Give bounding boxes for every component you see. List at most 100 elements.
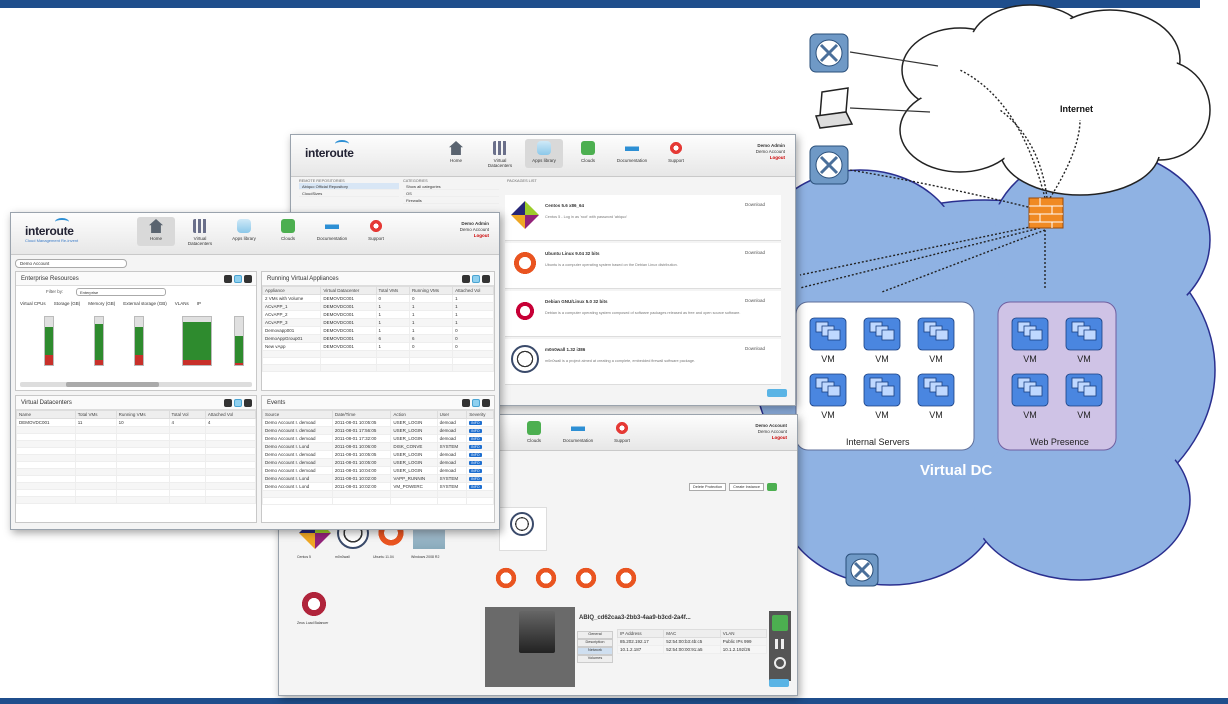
download-button[interactable]: Download (745, 202, 765, 207)
nav-documentation[interactable]: Documentation (313, 217, 351, 246)
ubuntu-icon[interactable] (573, 565, 599, 591)
template-item[interactable]: Debian GNU/Linux 5.0 32 bits Debian is a … (505, 291, 781, 337)
table-row[interactable]: Demo Account I. demoad 2011-08-01 10:05:0… (262, 450, 494, 459)
table-row[interactable]: DemoAppGroup01 DEMOVDC001 6 6 0 (261, 334, 494, 343)
tab-description[interactable]: Description (577, 639, 613, 647)
nav-documentation[interactable]: Documentation (613, 139, 651, 168)
table-row[interactable]: Demo Account I. demoad 2011-08-01 10:04:0… (262, 466, 494, 475)
table-row[interactable]: Demo Account I. demoad 2011-08-01 17:32:0… (262, 434, 494, 443)
category-item[interactable]: OS (403, 190, 499, 197)
column-header[interactable]: Date/Time (331, 410, 392, 419)
tab-general[interactable]: General (577, 631, 613, 639)
table-row[interactable]: DEMOVDC001 11 10 4 4 (16, 418, 257, 427)
logout-link[interactable]: Logout (772, 435, 787, 440)
refresh-icon[interactable] (234, 399, 242, 407)
maximize-icon[interactable] (244, 275, 252, 283)
column-header[interactable]: Source (262, 410, 333, 419)
column-header[interactable]: Total VMs (74, 410, 117, 419)
download-button[interactable]: Download (745, 298, 765, 303)
column-header[interactable]: Total VMs (375, 286, 410, 295)
template-item[interactable]: Ubuntu Linux 9.04 32 bits Ubuntu is a com… (505, 243, 781, 289)
delete-protection-button[interactable]: Delete Protection (689, 483, 727, 491)
category-item[interactable]: Firewalls (403, 197, 499, 204)
maximize-icon[interactable] (482, 275, 490, 283)
minimize-icon[interactable] (224, 275, 232, 283)
create-instance-button[interactable]: Create Instance (729, 483, 764, 491)
minimize-icon[interactable] (462, 399, 470, 407)
nav-clouds[interactable]: Clouds (515, 419, 553, 443)
column-header[interactable]: User (436, 410, 468, 419)
column-header[interactable]: Attached Vol (452, 286, 494, 295)
table-row[interactable]: New vApp DEMOVDC001 1 0 0 (261, 342, 494, 351)
table-row[interactable]: ACvAPP_2 DEMOVDC001 1 1 1 (261, 310, 494, 319)
nav-support[interactable]: Support (657, 139, 695, 168)
filter-select[interactable]: Enterprise (76, 288, 166, 296)
table-row[interactable]: Demo Account I. Lond 2011-08-01 10:02:00 V… (262, 482, 494, 491)
nav-virtual-datacenters[interactable]: Virtual Datacenters (181, 217, 219, 246)
column-header[interactable]: Total Vol (168, 410, 206, 419)
table-row[interactable]: 2 VMs with Volume DEMOVDC001 0 0 1 (261, 294, 494, 303)
account-select[interactable]: Demo Account (15, 259, 127, 268)
column-header[interactable]: Severity (466, 410, 494, 419)
nav-support[interactable]: Support (357, 217, 395, 246)
column-header[interactable]: Name (16, 410, 76, 419)
tab-volumes[interactable]: Volumes (577, 655, 613, 663)
logout-link[interactable]: Logout (770, 155, 785, 160)
repository-item[interactable]: CloudSizes (299, 190, 399, 197)
horizontal-scrollbar[interactable] (20, 382, 252, 387)
add-icon[interactable] (766, 483, 777, 491)
refresh-icon[interactable] (234, 275, 242, 283)
ubuntu-icon[interactable] (493, 565, 519, 591)
ubuntu-icon[interactable] (533, 565, 559, 591)
table-row[interactable]: Demo Account I. Lond 2011-08-01 10:06:00 D… (262, 442, 494, 451)
refresh-icon[interactable] (472, 399, 480, 407)
template-item[interactable]: m0n0wall 1.32 i386 m0n0wall is a project … (505, 339, 781, 385)
ubuntu-icon[interactable] (613, 565, 639, 591)
load-balancer-icon[interactable] (299, 591, 329, 617)
selected-appliance-tile[interactable] (499, 507, 547, 551)
column-header[interactable]: Appliance (261, 286, 322, 295)
table-row[interactable]: ACvAPP_3 DEMOVDC001 1 1 1 (261, 318, 494, 327)
close-button[interactable] (769, 679, 789, 687)
table-row[interactable]: Demo Account I. Lond 2011-08-01 10:02:00 V… (262, 474, 494, 483)
table-row[interactable]: Demo Account I. demoad 2011-08-01 10:05:0… (262, 418, 494, 427)
repository-item[interactable]: Abiquo Official Repository (299, 183, 399, 190)
table-row[interactable]: 10.1.2.187 52:54:00:00:91:a5 10.1.2.192/26 (616, 645, 768, 654)
refresh-icon[interactable] (472, 275, 480, 283)
nav-home[interactable]: Home (137, 217, 175, 246)
minimize-icon[interactable] (462, 275, 470, 283)
table-row[interactable]: 85.202.192.17 52:54:00:b3:4b:c5 Public IPs… (616, 637, 768, 646)
template-item[interactable]: Centos 5.6 x86_64 Centos 5 - Log in as 'r… (505, 195, 781, 241)
scroll-thumb[interactable] (66, 382, 160, 387)
reset-icon[interactable] (774, 657, 786, 669)
nav-apps-library[interactable]: Apps library (225, 217, 263, 246)
download-button[interactable]: Download (745, 250, 765, 255)
nav-clouds[interactable]: Clouds (269, 217, 307, 246)
table-row[interactable]: Demo Account I. demoad 2011-08-01 17:56:0… (262, 426, 494, 435)
column-header[interactable]: Virtual Datacenter (320, 286, 377, 295)
maximize-icon[interactable] (482, 399, 490, 407)
nav-support[interactable]: Support (603, 419, 641, 443)
nav-documentation[interactable]: Documentation (559, 419, 597, 443)
column-header[interactable]: Attached Vol (204, 410, 257, 419)
play-button[interactable] (772, 615, 788, 631)
column-header[interactable]: Running VMs (408, 286, 454, 295)
nav-virtual-datacenters[interactable]: Virtual Datacenters (481, 139, 519, 168)
table-row[interactable]: Demo Account I. demoad 2011-08-01 10:05:0… (262, 458, 494, 467)
tab-network[interactable]: Network (577, 647, 613, 655)
nav-apps-library[interactable]: Apps library (525, 139, 563, 168)
column-header[interactable]: Action (390, 410, 438, 419)
nav-clouds[interactable]: Clouds (569, 139, 607, 168)
virtual-dc-label: Virtual DC (920, 462, 993, 479)
minimize-icon[interactable] (224, 399, 232, 407)
column-header[interactable]: Running VMs (115, 410, 170, 419)
download-button[interactable]: Download (745, 346, 765, 351)
maximize-icon[interactable] (244, 399, 252, 407)
pause-icon[interactable] (775, 639, 778, 649)
logout-link[interactable]: Logout (474, 233, 489, 238)
close-button[interactable] (767, 389, 787, 397)
nav-home[interactable]: Home (437, 139, 475, 168)
category-item[interactable]: Show all categories (403, 183, 499, 190)
table-row[interactable]: Demovapp001 DEMOVDC001 1 1 0 (261, 326, 494, 335)
table-row[interactable]: ACvAPP_1 DEMOVDC001 1 1 1 (261, 302, 494, 311)
